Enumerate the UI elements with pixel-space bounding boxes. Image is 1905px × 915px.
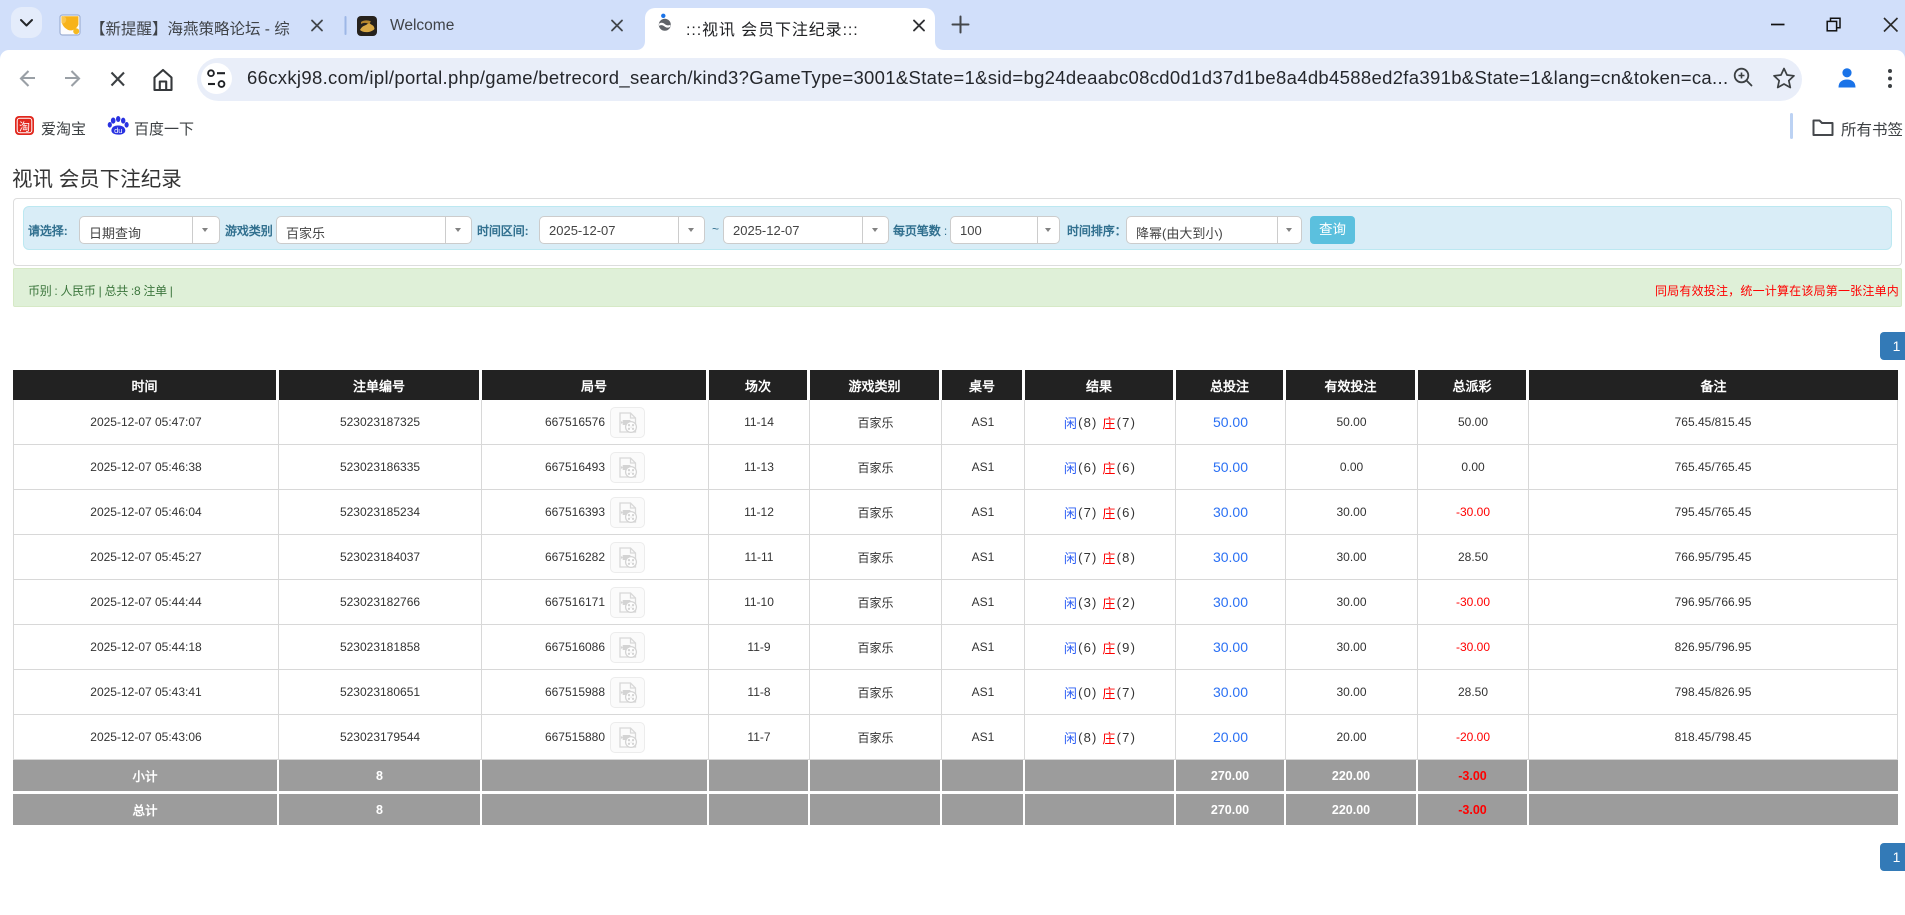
svg-text:du: du (114, 126, 122, 135)
svg-text:淘: 淘 (19, 121, 30, 134)
